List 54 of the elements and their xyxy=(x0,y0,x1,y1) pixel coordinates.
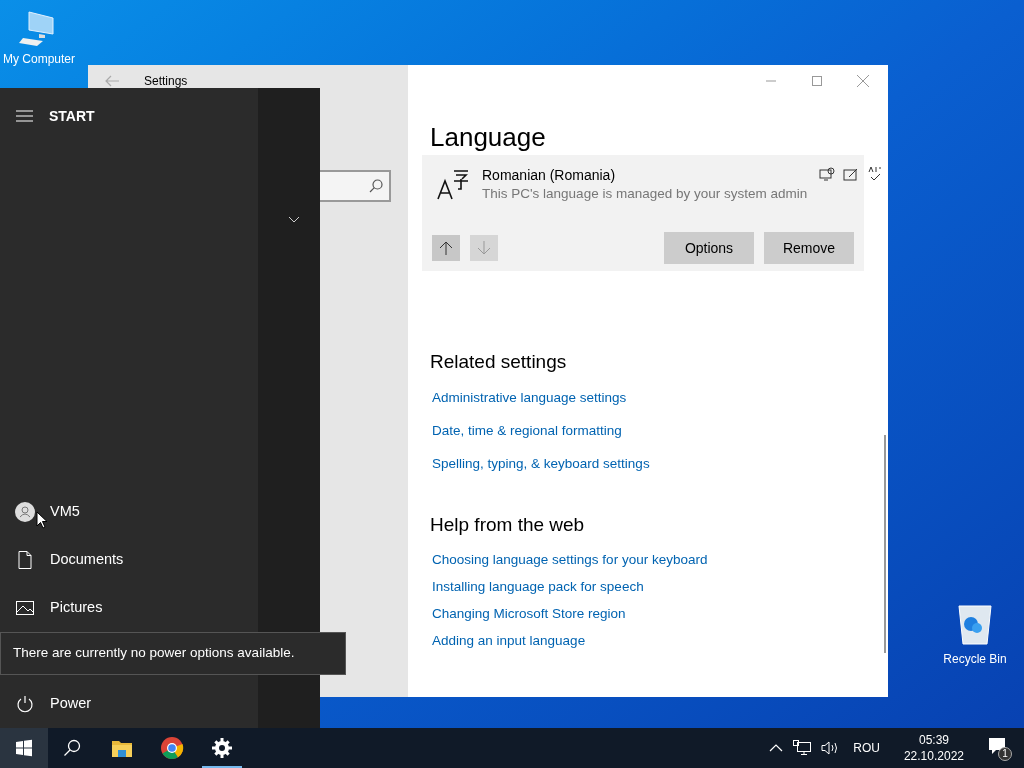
active-indicator xyxy=(202,766,242,768)
link[interactable]: Spelling, typing, & keyboard settings xyxy=(432,455,650,473)
link[interactable]: Date, time & regional formatting xyxy=(432,422,622,440)
language-note: This PC's language is managed by your system admin xyxy=(482,185,808,203)
scrollbar[interactable] xyxy=(884,435,886,653)
section-heading: Related settings xyxy=(430,350,568,374)
search-icon xyxy=(63,739,81,757)
start-title: START xyxy=(49,106,95,126)
power-icon xyxy=(15,694,35,714)
start-menu-item[interactable]: Documents xyxy=(0,536,258,584)
display-icon xyxy=(819,166,836,182)
start-menu-item[interactable]: VM5 xyxy=(0,488,258,536)
clock[interactable]: 05:39 22.10.2022 xyxy=(903,732,964,764)
chevron-down-icon[interactable] xyxy=(288,216,300,224)
start-button[interactable] xyxy=(0,728,48,768)
user-icon xyxy=(15,502,35,522)
search-icon xyxy=(369,179,383,193)
tooltip: There are currently no power options available. xyxy=(0,632,346,675)
desktop-icon-label[interactable]: My Computer xyxy=(3,50,75,68)
section-heading: Help from the web xyxy=(430,513,586,537)
clock-time: 05:39 xyxy=(918,732,949,748)
link[interactable]: Changing Microsoft Store region xyxy=(432,605,626,623)
chrome-icon xyxy=(160,736,184,760)
cursor-icon xyxy=(36,511,48,529)
arrow-down-icon xyxy=(477,240,491,256)
window-title: Settings xyxy=(144,73,188,90)
card-button[interactable]: Remove xyxy=(764,232,854,264)
menu-icon[interactable] xyxy=(16,110,33,122)
chevron-up-icon[interactable] xyxy=(769,743,784,753)
network-icon[interactable] xyxy=(793,740,812,756)
start-menu-item[interactable]: Power xyxy=(0,680,258,728)
card-button[interactable]: Options xyxy=(664,232,754,264)
language-icon xyxy=(436,167,470,201)
desktop-icon-label[interactable]: Recycle Bin xyxy=(943,650,1007,668)
windows-logo-icon xyxy=(15,739,33,757)
recycle-bin-icon xyxy=(955,602,995,646)
language-name: Romanian (Romania) xyxy=(482,166,617,184)
clock-date: 22.10.2022 xyxy=(903,748,964,764)
gear-icon xyxy=(212,738,232,758)
link[interactable]: Choosing language settings for your keyboard xyxy=(432,551,708,569)
link[interactable]: Administrative language settings xyxy=(432,389,627,407)
picture-icon xyxy=(15,598,35,618)
link[interactable]: Adding an input language xyxy=(432,632,586,650)
link[interactable]: Installing language pack for speech xyxy=(432,578,644,596)
arrow-up-icon xyxy=(439,240,453,256)
input-language-indicator[interactable]: ROU xyxy=(853,739,880,757)
notification-button[interactable]: 1 xyxy=(988,735,1014,761)
document-icon xyxy=(15,550,35,570)
notification-count: 1 xyxy=(998,747,1012,761)
close-icon[interactable] xyxy=(854,72,872,90)
speech-bubble-icon xyxy=(988,737,1006,755)
folder-icon xyxy=(111,738,133,758)
page-title: Language xyxy=(430,121,547,153)
start-menu-item[interactable]: Pictures xyxy=(0,584,258,632)
